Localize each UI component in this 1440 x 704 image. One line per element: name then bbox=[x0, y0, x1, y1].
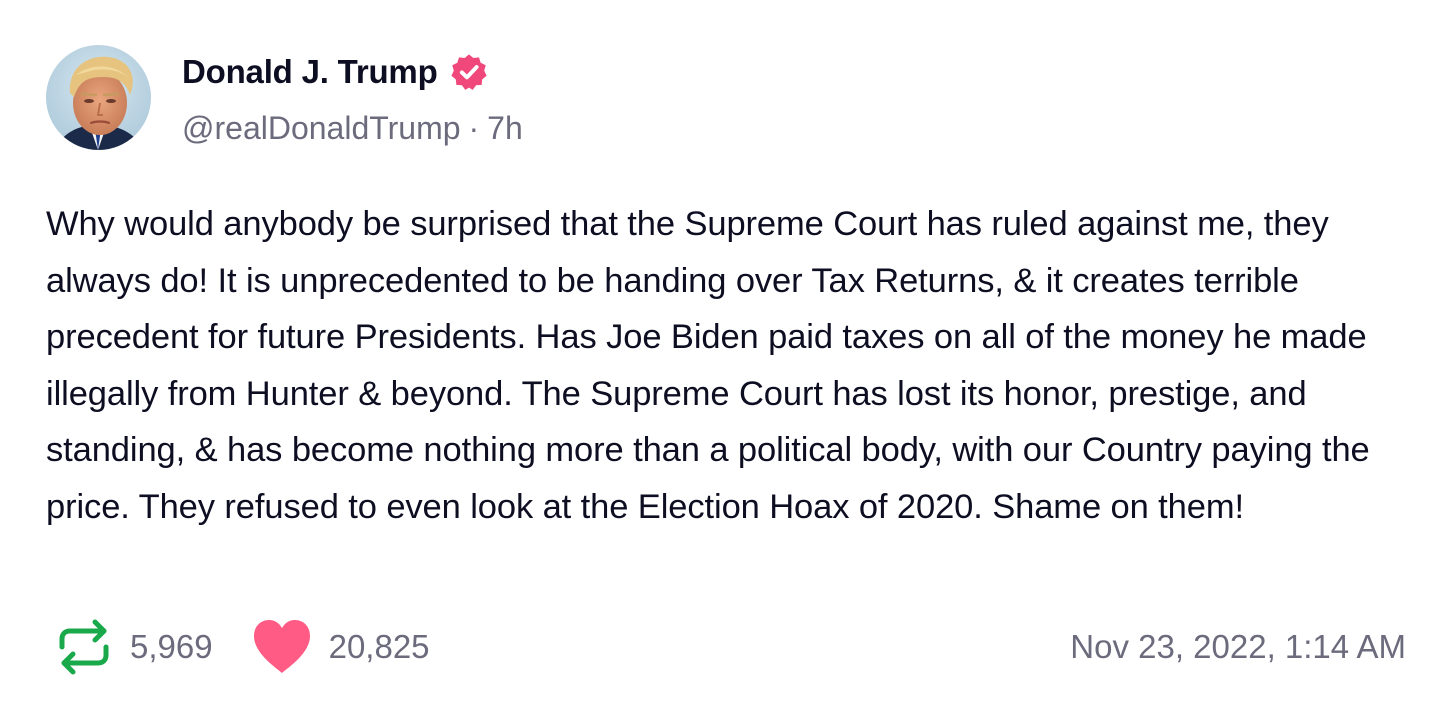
relative-time[interactable]: 7h bbox=[487, 110, 523, 146]
like-button[interactable]: 20,825 bbox=[251, 618, 430, 676]
heart-icon bbox=[253, 620, 310, 673]
author-name-row: Donald J. Trump bbox=[182, 52, 488, 92]
profile-photo bbox=[46, 45, 151, 150]
meta-separator: · bbox=[468, 110, 480, 146]
author-display-name[interactable]: Donald J. Trump bbox=[182, 53, 438, 91]
retruth-arrows-icon bbox=[59, 619, 109, 675]
post-body-text: Why would anybody be surprised that the … bbox=[46, 205, 1370, 526]
retruth-count: 5,969 bbox=[130, 628, 213, 665]
truth-post-card: Donald J. Trump @realDonaldTrump · 7h Why … bbox=[0, 0, 1440, 704]
post-footer: 5,969 20,825 Nov 23, 2022, 1:14 AM bbox=[46, 618, 1406, 676]
retruth-button[interactable]: 5,969 bbox=[46, 617, 213, 677]
author-meta: @realDonaldTrump · 7h bbox=[182, 108, 523, 148]
post-timestamp[interactable]: Nov 23, 2022, 1:14 AM bbox=[1070, 627, 1406, 667]
author-handle[interactable]: @realDonaldTrump bbox=[182, 110, 461, 146]
verified-badge-icon bbox=[450, 54, 487, 90]
like-count: 20,825 bbox=[328, 628, 430, 665]
avatar[interactable] bbox=[46, 45, 151, 150]
